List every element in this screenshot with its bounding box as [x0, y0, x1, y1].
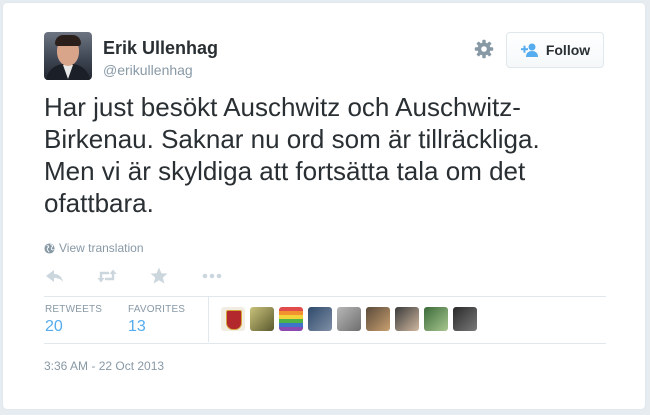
favoriter-avatar[interactable] [250, 307, 274, 331]
favoriter-avatar[interactable] [453, 307, 477, 331]
author-avatar[interactable] [44, 32, 92, 80]
globe-icon [44, 242, 55, 254]
view-translation-link[interactable]: View translation [44, 241, 144, 255]
favoriter-avatar[interactable] [395, 307, 419, 331]
retweets-count[interactable]: 20 [45, 318, 63, 336]
tweet-timestamp[interactable]: 3:36 AM - 22 Oct 2013 [44, 359, 164, 373]
favoriter-avatar[interactable] [337, 307, 361, 331]
favoriter-avatar[interactable] [221, 307, 245, 331]
favoriter-avatar[interactable] [308, 307, 332, 331]
favorites-label[interactable]: FAVORITES [128, 304, 185, 315]
add-user-icon [520, 43, 538, 57]
author-handle[interactable]: @erikullenhag [103, 62, 193, 78]
more-icon[interactable] [201, 266, 223, 286]
stats-separator [208, 297, 209, 342]
author-name[interactable]: Erik Ullenhag [103, 38, 218, 59]
follow-button[interactable]: Follow [506, 32, 604, 68]
favoriter-avatar[interactable] [366, 307, 390, 331]
favorite-icon[interactable] [148, 266, 170, 286]
follow-button-label: Follow [545, 42, 591, 58]
favoriter-avatar[interactable] [424, 307, 448, 331]
gear-icon[interactable] [474, 39, 494, 59]
divider-bottom [44, 343, 606, 344]
divider-top [44, 296, 606, 297]
retweets-label[interactable]: RETWEETS [45, 304, 102, 315]
reply-icon[interactable] [44, 266, 66, 286]
favorites-count[interactable]: 13 [128, 318, 146, 336]
view-translation-label: View translation [59, 241, 144, 255]
tweet-text: Har just besökt Auschwitz och Auschwitz-… [44, 92, 540, 218]
favoriter-avatar[interactable] [279, 307, 303, 331]
favoriters-list [221, 307, 477, 331]
retweet-icon[interactable] [96, 266, 118, 286]
